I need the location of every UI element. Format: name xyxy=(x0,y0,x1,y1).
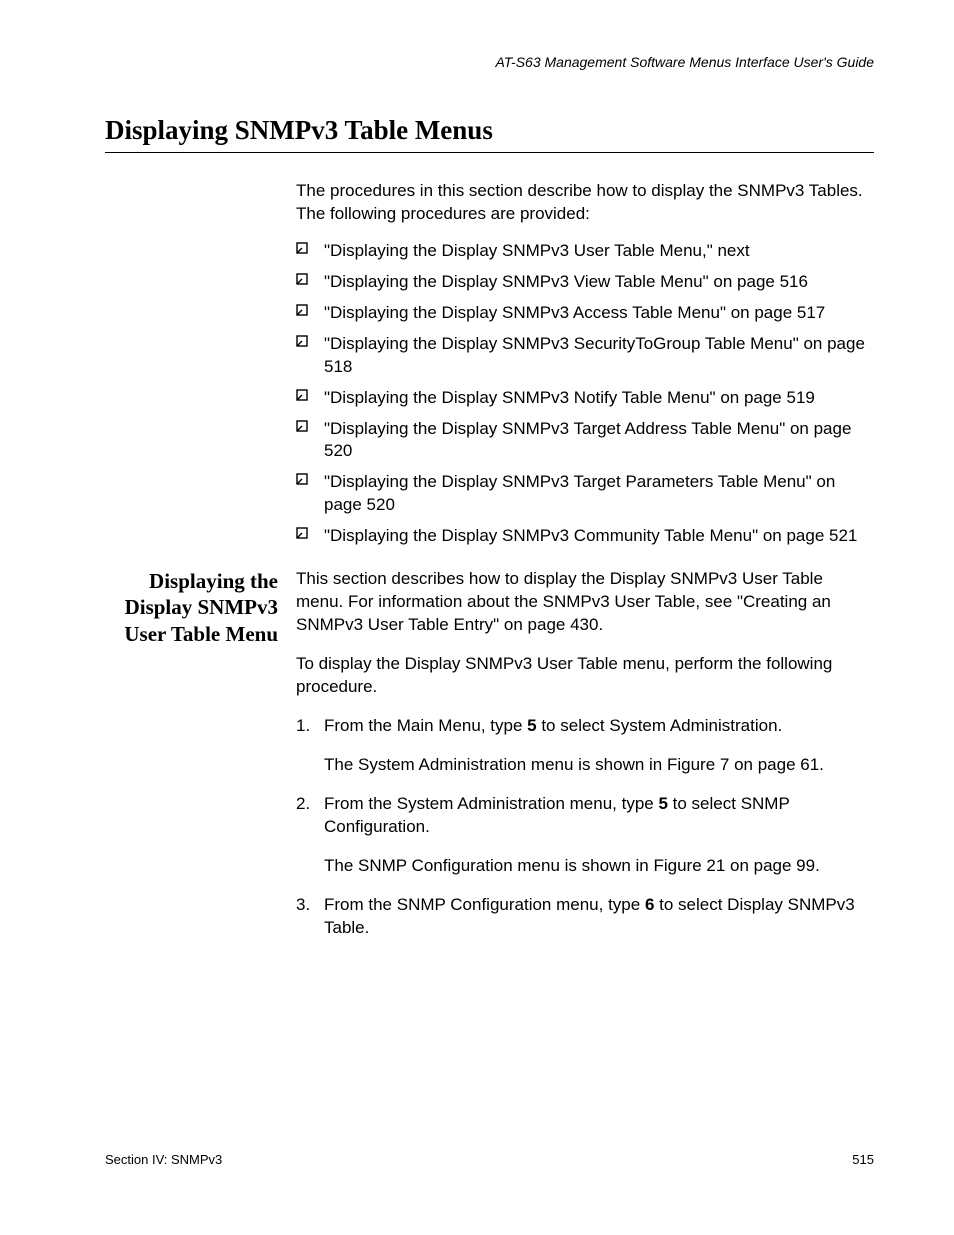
procedure-step: 3. From the SNMP Configuration menu, typ… xyxy=(296,894,874,940)
step-number: 3. xyxy=(296,894,310,917)
procedure-list: 1. From the Main Menu, type 5 to select … xyxy=(296,715,874,940)
subsection-title: Displaying the Display SNMPv3 User Table… xyxy=(105,568,278,647)
footer-section: Section IV: SNMPv3 xyxy=(105,1152,222,1167)
list-item-text: "Displaying the Display SNMPv3 User Tabl… xyxy=(324,241,750,260)
footer-page-number: 515 xyxy=(852,1152,874,1167)
procedure-step: 1. From the Main Menu, type 5 to select … xyxy=(296,715,874,777)
list-item: "Displaying the Display SNMPv3 Community… xyxy=(296,525,874,548)
bullet-icon xyxy=(296,473,308,485)
list-item: "Displaying the Display SNMPv3 Target Pa… xyxy=(296,471,874,517)
list-item-text: "Displaying the Display SNMPv3 View Tabl… xyxy=(324,272,808,291)
step-result: The System Administration menu is shown … xyxy=(324,754,874,777)
bullet-icon xyxy=(296,273,308,285)
intro-paragraph: The procedures in this section describe … xyxy=(296,180,874,226)
body-paragraph: This section describes how to display th… xyxy=(296,568,874,637)
list-item-text: "Displaying the Display SNMPv3 Target Ad… xyxy=(324,419,851,461)
list-item-text: "Displaying the Display SNMPv3 SecurityT… xyxy=(324,334,865,376)
bullet-icon xyxy=(296,242,308,254)
bullet-icon xyxy=(296,335,308,347)
content-area: The procedures in this section describe … xyxy=(105,180,874,955)
list-item: "Displaying the Display SNMPv3 Access Ta… xyxy=(296,302,874,325)
step-number: 2. xyxy=(296,793,310,816)
bullet-icon xyxy=(296,389,308,401)
list-item: "Displaying the Display SNMPv3 View Tabl… xyxy=(296,271,874,294)
bullet-list: "Displaying the Display SNMPv3 User Tabl… xyxy=(296,240,874,548)
list-item-text: "Displaying the Display SNMPv3 Notify Ta… xyxy=(324,388,815,407)
list-item: "Displaying the Display SNMPv3 Notify Ta… xyxy=(296,387,874,410)
step-result: The SNMP Configuration menu is shown in … xyxy=(324,855,874,878)
step-text: From the SNMP Configuration menu, type 6… xyxy=(324,894,874,940)
list-item: "Displaying the Display SNMPv3 User Tabl… xyxy=(296,240,874,263)
step-text: From the Main Menu, type 5 to select Sys… xyxy=(324,715,874,738)
procedure-step: 2. From the System Administration menu, … xyxy=(296,793,874,878)
step-text: From the System Administration menu, typ… xyxy=(324,793,874,839)
list-item-text: "Displaying the Display SNMPv3 Access Ta… xyxy=(324,303,825,322)
bullet-icon xyxy=(296,527,308,539)
step-number: 1. xyxy=(296,715,310,738)
bullet-icon xyxy=(296,304,308,316)
list-item-text: "Displaying the Display SNMPv3 Community… xyxy=(324,526,857,545)
running-header: AT-S63 Management Software Menus Interfa… xyxy=(495,54,874,70)
bullet-icon xyxy=(296,420,308,432)
page-title: Displaying SNMPv3 Table Menus xyxy=(105,115,874,153)
body-paragraph: To display the Display SNMPv3 User Table… xyxy=(296,653,874,699)
list-item-text: "Displaying the Display SNMPv3 Target Pa… xyxy=(324,472,835,514)
list-item: "Displaying the Display SNMPv3 Target Ad… xyxy=(296,418,874,464)
list-item: "Displaying the Display SNMPv3 SecurityT… xyxy=(296,333,874,379)
